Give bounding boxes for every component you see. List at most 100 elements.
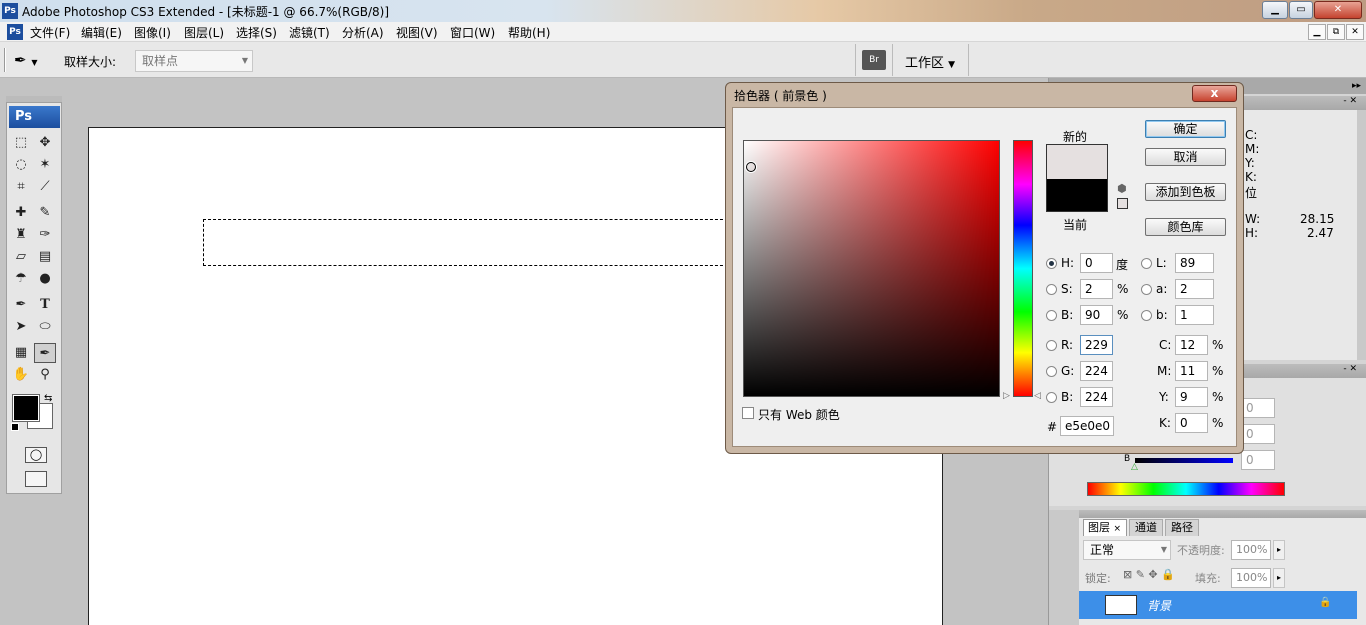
hue-arrow-right-icon[interactable]: ◁ xyxy=(1034,391,1041,401)
dodge-tool-icon[interactable]: ● xyxy=(34,269,56,289)
quick-mask-icon[interactable]: ◯ xyxy=(25,447,47,463)
tab-channels[interactable]: 通道 xyxy=(1129,519,1163,536)
color-value-3[interactable]: 0 xyxy=(1241,450,1275,470)
color-value-1[interactable]: 0 xyxy=(1241,398,1275,418)
menu-image[interactable]: 图像(I) xyxy=(134,24,171,41)
close-icon[interactable]: × xyxy=(1114,524,1122,534)
panel-scrollbar[interactable] xyxy=(1357,110,1366,360)
marquee-tool-icon[interactable]: ⬚ xyxy=(10,133,32,153)
ok-button[interactable]: 确定 xyxy=(1145,120,1226,138)
brush-tool-icon[interactable]: ✎ xyxy=(34,203,56,223)
color-libraries-button[interactable]: 颜色库 xyxy=(1145,218,1226,236)
close-icon[interactable]: - ✕ xyxy=(1343,364,1357,374)
hue-arrow-left-icon[interactable]: ▷ xyxy=(1003,391,1010,401)
l-input[interactable]: 89 xyxy=(1175,253,1214,273)
doc-minimize-icon[interactable]: ▁ xyxy=(1308,24,1326,40)
radio-a[interactable] xyxy=(1141,284,1152,295)
blue-slider[interactable] xyxy=(1135,458,1233,463)
opacity-slider-icon[interactable]: ▸ xyxy=(1273,540,1285,560)
color-field-cursor[interactable] xyxy=(746,162,756,172)
web-safe-swatch-icon[interactable] xyxy=(1117,198,1128,209)
hex-input[interactable]: e5e0e0 xyxy=(1060,416,1114,436)
doc-close-icon[interactable]: ✕ xyxy=(1346,24,1364,40)
tab-layers[interactable]: 图层 × xyxy=(1083,519,1127,536)
menu-view[interactable]: 视图(V) xyxy=(396,24,438,41)
ellipse-tool-icon[interactable]: ⬭ xyxy=(34,317,56,337)
menu-edit[interactable]: 编辑(E) xyxy=(81,24,122,41)
hand-tool-icon[interactable]: ✋ xyxy=(10,365,32,385)
lab-b-input[interactable]: 1 xyxy=(1175,305,1214,325)
lock-icons[interactable]: ⊠ ✎ ✥ 🔒 xyxy=(1123,568,1175,581)
blur-tool-icon[interactable]: ☂ xyxy=(10,269,32,289)
add-to-swatches-button[interactable]: 添加到色板 xyxy=(1145,183,1226,201)
menu-analysis[interactable]: 分析(A) xyxy=(342,24,384,41)
color-ramp[interactable] xyxy=(1087,482,1285,496)
gradient-tool-icon[interactable]: ▤ xyxy=(34,247,56,267)
radio-h[interactable] xyxy=(1046,258,1057,269)
bridge-icon[interactable]: Br xyxy=(862,50,886,70)
hue-slider[interactable] xyxy=(1013,140,1033,397)
doc-ps-icon[interactable]: Ps xyxy=(7,24,23,40)
cancel-button[interactable]: 取消 xyxy=(1145,148,1226,166)
eyedropper-preset-icon[interactable]: ✒ ▼ xyxy=(14,50,54,70)
eraser-tool-icon[interactable]: ▱ xyxy=(10,247,32,267)
menu-layer[interactable]: 图层(L) xyxy=(184,24,224,41)
radio-g[interactable] xyxy=(1046,366,1057,377)
text-tool-icon[interactable]: T xyxy=(34,295,56,315)
healing-brush-tool-icon[interactable]: ✚ xyxy=(10,203,32,223)
radio-blue[interactable] xyxy=(1046,392,1057,403)
path-select-tool-icon[interactable]: ➤ xyxy=(10,317,32,337)
r-input[interactable]: 229 xyxy=(1080,335,1113,355)
m-input[interactable]: 11 xyxy=(1175,361,1208,381)
h-input[interactable]: 0 xyxy=(1080,253,1113,273)
radio-r[interactable] xyxy=(1046,340,1057,351)
zoom-tool-icon[interactable]: ⚲ xyxy=(34,365,56,385)
notes-tool-icon[interactable]: ▦ xyxy=(10,343,32,363)
menu-help[interactable]: 帮助(H) xyxy=(508,24,550,41)
crop-tool-icon[interactable]: ⌗ xyxy=(10,177,32,197)
color-value-2[interactable]: 0 xyxy=(1241,424,1275,444)
slice-tool-icon[interactable]: ⟋ xyxy=(34,177,56,197)
swap-colors-icon[interactable]: ⇆ xyxy=(44,393,52,404)
clone-stamp-tool-icon[interactable]: ♜ xyxy=(10,225,32,245)
menu-filter[interactable]: 滤镜(T) xyxy=(289,24,330,41)
move-tool-icon[interactable]: ✥ xyxy=(34,133,56,153)
default-colors-icon[interactable] xyxy=(11,423,19,431)
blue-input[interactable]: 224 xyxy=(1080,387,1113,407)
brightness-input[interactable]: 90 xyxy=(1080,305,1113,325)
lasso-tool-icon[interactable]: ◌ xyxy=(10,155,32,175)
minimize-icon[interactable]: ▁ xyxy=(1262,1,1288,19)
layer-row-background[interactable]: 👁 背景 🔒 xyxy=(1051,591,1357,619)
radio-s[interactable] xyxy=(1046,284,1057,295)
k-input[interactable]: 0 xyxy=(1175,413,1208,433)
gamut-cube-icon[interactable]: ⬢ xyxy=(1117,182,1127,195)
current-color-swatch[interactable] xyxy=(1046,179,1108,212)
maximize-icon[interactable]: ▭ xyxy=(1289,1,1313,19)
fill-slider-icon[interactable]: ▸ xyxy=(1273,568,1285,588)
menu-file[interactable]: 文件(F) xyxy=(30,24,70,41)
pen-tool-icon[interactable]: ✒ xyxy=(10,295,32,315)
close-icon[interactable]: - ✕ xyxy=(1343,96,1357,106)
radio-brightness[interactable] xyxy=(1046,310,1057,321)
radio-lab-b[interactable] xyxy=(1141,310,1152,321)
foreground-color-swatch[interactable] xyxy=(12,394,40,422)
close-icon[interactable]: ✕ xyxy=(1314,1,1362,19)
tab-paths[interactable]: 路径 xyxy=(1165,519,1199,536)
fill-input[interactable]: 100% xyxy=(1231,568,1271,588)
menu-window[interactable]: 窗口(W) xyxy=(450,24,495,41)
blend-mode-select[interactable]: 正常 ▼ xyxy=(1083,540,1171,560)
a-input[interactable]: 2 xyxy=(1175,279,1214,299)
eyedropper-tool-icon[interactable]: ✒ xyxy=(34,343,56,363)
radio-l[interactable] xyxy=(1141,258,1152,269)
web-colors-checkbox[interactable] xyxy=(742,407,754,419)
dialog-close-icon[interactable]: x xyxy=(1192,85,1237,102)
saturation-brightness-field[interactable] xyxy=(743,140,1000,397)
doc-restore-icon[interactable]: ⧉ xyxy=(1327,24,1345,40)
magic-wand-tool-icon[interactable]: ✶ xyxy=(34,155,56,175)
s-input[interactable]: 2 xyxy=(1080,279,1113,299)
slider-triangle-icon[interactable]: △ xyxy=(1131,462,1138,472)
sample-size-select[interactable]: 取样点 ▼ xyxy=(135,50,253,72)
history-brush-tool-icon[interactable]: ✑ xyxy=(34,225,56,245)
workspace-button[interactable]: 工作区 ▼ xyxy=(905,52,955,71)
y-input[interactable]: 9 xyxy=(1175,387,1208,407)
